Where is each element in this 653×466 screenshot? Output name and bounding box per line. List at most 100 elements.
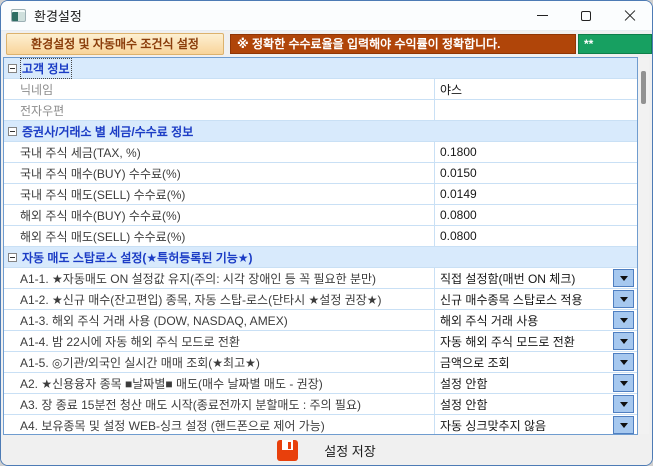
section-header-row[interactable]: 자동 매도 스탑로스 설정(★특허등록된 기능★) [4, 247, 637, 268]
dropdown-button[interactable] [613, 416, 634, 434]
minimize-icon [537, 15, 548, 16]
dropdown-button[interactable] [613, 311, 634, 329]
property-label: 국내 주식 매도(SELL) 수수료(%) [4, 184, 434, 204]
collapse-minus-icon[interactable] [8, 253, 17, 262]
property-label: A3. 장 종료 15분전 청산 매도 시작(종료전까지 분할매도 : 주의 필… [4, 394, 434, 414]
dropdown-button[interactable] [613, 353, 634, 371]
property-label: 닉네임 [4, 79, 434, 99]
property-row[interactable]: 전자우편 [4, 100, 637, 121]
property-label: 국내 주식 세금(TAX, %) [4, 142, 434, 162]
fee-notice-banner: ※ 정확한 수수료율을 입력해야 수익률이 정확합니다. [230, 34, 576, 54]
close-button[interactable] [608, 1, 652, 30]
property-value[interactable]: 자동 해외 주식 모드로 전환 [434, 331, 637, 351]
footer-bar: 설정 저장 [1, 436, 652, 465]
property-label: 해외 주식 매수(BUY) 수수료(%) [4, 205, 434, 225]
maximize-button[interactable] [564, 1, 608, 30]
close-icon [624, 10, 636, 22]
property-row[interactable]: 국내 주식 세금(TAX, %) 0.1800 [4, 142, 637, 163]
property-value[interactable]: 설정 안함 [434, 373, 637, 393]
save-floppy-icon [277, 440, 298, 461]
property-row[interactable]: 국내 주식 매수(BUY) 수수료(%) 0.0150 [4, 163, 637, 184]
tab-settings[interactable]: 환경설정 및 자동매수 조건식 설정 [6, 33, 224, 55]
status-badge: ** [578, 34, 652, 54]
property-value-text: 자동 해외 주식 모드로 전환 [440, 333, 575, 350]
property-value[interactable]: 0.0149 [434, 184, 637, 204]
property-row[interactable]: A1-5. ◎기관/외국인 실시간 매매 조회(★최고★) 금액으로 조회 [4, 352, 637, 373]
property-row[interactable]: 해외 주식 매수(BUY) 수수료(%) 0.0800 [4, 205, 637, 226]
property-value[interactable]: 0.0150 [434, 163, 637, 183]
app-icon [11, 9, 26, 22]
property-value[interactable]: 자동 싱크맞추지 않음 [434, 415, 637, 435]
section-header: 자동 매도 스탑로스 설정(★특허등록된 기능★) [4, 247, 637, 267]
window-title: 환경설정 [34, 6, 82, 25]
property-row[interactable]: A1-2. ★신규 매수(잔고편입) 종목, 자동 스탑-로스(단타시 ★설정 … [4, 289, 637, 310]
minimize-button[interactable] [520, 1, 564, 30]
property-label: A1-4. 밤 22시에 자동 해외 주식 모드로 전환 [4, 331, 434, 351]
property-label: A1-2. ★신규 매수(잔고편입) 종목, 자동 스탑-로스(단타시 ★설정 … [4, 289, 434, 309]
property-value-text: 직접 설정함(매번 ON 체크) [440, 270, 575, 287]
dropdown-button[interactable] [613, 269, 634, 287]
chevron-down-icon [620, 339, 628, 344]
property-row[interactable]: A3. 장 종료 15분전 청산 매도 시작(종료전까지 분할매도 : 주의 필… [4, 394, 637, 415]
property-label: A4. 보유종목 및 설정 WEB-싱크 설정 (핸드폰으로 제어 가능) [4, 415, 434, 435]
property-label: 해외 주식 매도(SELL) 수수료(%) [4, 226, 434, 246]
dropdown-button[interactable] [613, 374, 634, 392]
maximize-icon [581, 11, 591, 21]
property-row[interactable]: 닉네임 야스 [4, 79, 637, 100]
property-value-text: 신규 매수종목 스탑로스 적용 [440, 291, 582, 308]
chevron-down-icon [620, 381, 628, 386]
property-label: A2. ★신용융자 종목 ■날짜별■ 매도(매수 날짜별 매도 - 권장) [4, 373, 434, 393]
section-header: 증권사/거래소 별 세금/수수료 정보 [4, 121, 637, 141]
property-label: A1-1. ★자동매도 ON 설정값 유지(주의: 시각 장애인 등 꼭 필요한… [4, 268, 434, 288]
property-value[interactable]: 0.1800 [434, 142, 637, 162]
property-value-text: 0.0800 [440, 229, 477, 243]
property-value[interactable]: 야스 [434, 79, 637, 99]
property-value[interactable]: 설정 안함 [434, 394, 637, 414]
chevron-down-icon [620, 423, 628, 428]
property-row[interactable]: 해외 주식 매도(SELL) 수수료(%) 0.0800 [4, 226, 637, 247]
property-value[interactable] [434, 100, 637, 120]
property-label: 국내 주식 매수(BUY) 수수료(%) [4, 163, 434, 183]
property-value-text: 0.0800 [440, 208, 477, 222]
collapse-minus-icon[interactable] [8, 127, 17, 136]
property-value[interactable]: 0.0800 [434, 226, 637, 246]
collapse-minus-icon[interactable] [8, 64, 17, 73]
save-button-label: 설정 저장 [324, 441, 375, 460]
property-row[interactable]: 국내 주식 매도(SELL) 수수료(%)0.0149 [4, 184, 637, 205]
property-value-text: 금액으로 조회 [440, 354, 510, 371]
property-value-text: 야스 [440, 81, 462, 98]
property-label: A1-3. 해외 주식 거래 사용 (DOW, NASDAQ, AMEX) [4, 310, 434, 330]
section-header-row[interactable]: 증권사/거래소 별 세금/수수료 정보 [4, 121, 637, 142]
section-header-row[interactable]: 고객 정보 [4, 58, 637, 79]
property-row[interactable]: A2. ★신용융자 종목 ■날짜별■ 매도(매수 날짜별 매도 - 권장) 설정 … [4, 373, 637, 394]
section-title: 증권사/거래소 별 세금/수수료 정보 [22, 123, 193, 140]
dropdown-button[interactable] [613, 290, 634, 308]
section-title: 고객 정보 [22, 60, 70, 77]
dropdown-button[interactable] [613, 395, 634, 413]
property-value-text: 설정 안함 [440, 375, 488, 392]
property-row[interactable]: A1-1. ★자동매도 ON 설정값 유지(주의: 시각 장애인 등 꼭 필요한… [4, 268, 637, 289]
property-row[interactable]: A1-4. 밤 22시에 자동 해외 주식 모드로 전환 자동 해외 주식 모드로… [4, 331, 637, 352]
settings-window: 환경설정 환경설정 및 자동매수 조건식 설정 ※ 정확한 수수료율을 입력해야… [0, 0, 653, 466]
property-row[interactable]: A1-3. 해외 주식 거래 사용 (DOW, NASDAQ, AMEX)해외 … [4, 310, 637, 331]
dropdown-button[interactable] [613, 332, 634, 350]
property-value[interactable]: 금액으로 조회 [434, 352, 637, 372]
property-value[interactable]: 해외 주식 거래 사용 [434, 310, 637, 330]
property-value-text: 0.1800 [440, 145, 477, 159]
property-value[interactable]: 0.0800 [434, 205, 637, 225]
property-value[interactable]: 직접 설정함(매번 ON 체크) [434, 268, 637, 288]
window-controls [520, 1, 652, 30]
property-row[interactable]: A4. 보유종목 및 설정 WEB-싱크 설정 (핸드폰으로 제어 가능)자동 … [4, 415, 637, 435]
property-value-text: 0.0150 [440, 166, 477, 180]
chevron-down-icon [620, 318, 628, 323]
scrollbar-thumb[interactable] [641, 71, 646, 104]
settings-property-grid: 고객 정보닉네임 야스전자우편증권사/거래소 별 세금/수수료 정보국내 주식 세… [3, 57, 638, 435]
chevron-down-icon [620, 360, 628, 365]
chevron-down-icon [620, 297, 628, 302]
vertical-scrollbar[interactable] [638, 58, 649, 434]
section-header: 고객 정보 [4, 58, 637, 78]
property-value[interactable]: 신규 매수종목 스탑로스 적용 [434, 289, 637, 309]
save-button[interactable]: 설정 저장 [237, 438, 415, 463]
property-label: A1-5. ◎기관/외국인 실시간 매매 조회(★최고★) [4, 352, 434, 372]
titlebar: 환경설정 [1, 1, 652, 31]
